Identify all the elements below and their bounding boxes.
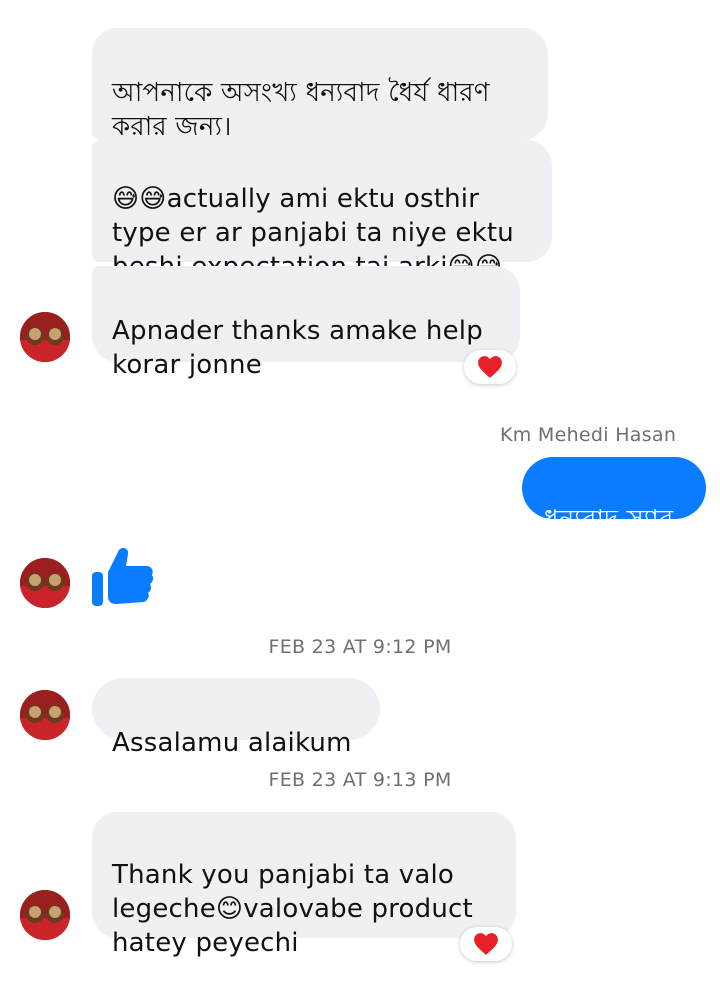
message-text: Apnader thanks amake help korar jonne [112,316,483,380]
message-text: Thank you panjabi ta valo legeche😊valova… [112,860,473,958]
timestamp: FEB 23 AT 9:13 PM [268,769,452,791]
sender-name: Km Mehedi Hasan [500,424,677,446]
heart-icon [474,933,498,955]
heart-reaction[interactable] [460,927,512,961]
avatar[interactable] [20,690,70,740]
timestamp: FEB 23 AT 9:12 PM [268,636,452,658]
message-bubble-incoming[interactable]: Assalamu alaikum [92,678,380,758]
message-bubble-incoming[interactable]: আপনাকে অসংখ্য ধন্যবাদ ধৈর্য ধারণ করার জন… [92,28,548,142]
avatar[interactable] [20,558,70,608]
message-bubble-outgoing[interactable]: ধন্যবাদ স্যার [522,457,706,535]
message-text: আপনাকে অসংখ্য ধন্যবাদ ধৈর্য ধারণ করার জন… [112,78,490,142]
thumbs-up-icon [92,548,154,606]
message-bubble-incoming[interactable]: 😅😅actually ami ektu osthir type er ar pa… [92,140,552,282]
like-message[interactable] [90,542,156,612]
avatar[interactable] [20,890,70,940]
heart-reaction[interactable] [464,350,516,384]
message-text: Assalamu alaikum [112,728,352,758]
message-bubble-incoming[interactable]: Apnader thanks amake help korar jonne [92,266,520,380]
message-bubble-incoming[interactable]: Thank you panjabi ta valo legeche😊valova… [92,812,516,958]
avatar[interactable] [20,312,70,362]
heart-icon [478,356,502,378]
message-text: ধন্যবাদ স্যার [544,505,674,535]
